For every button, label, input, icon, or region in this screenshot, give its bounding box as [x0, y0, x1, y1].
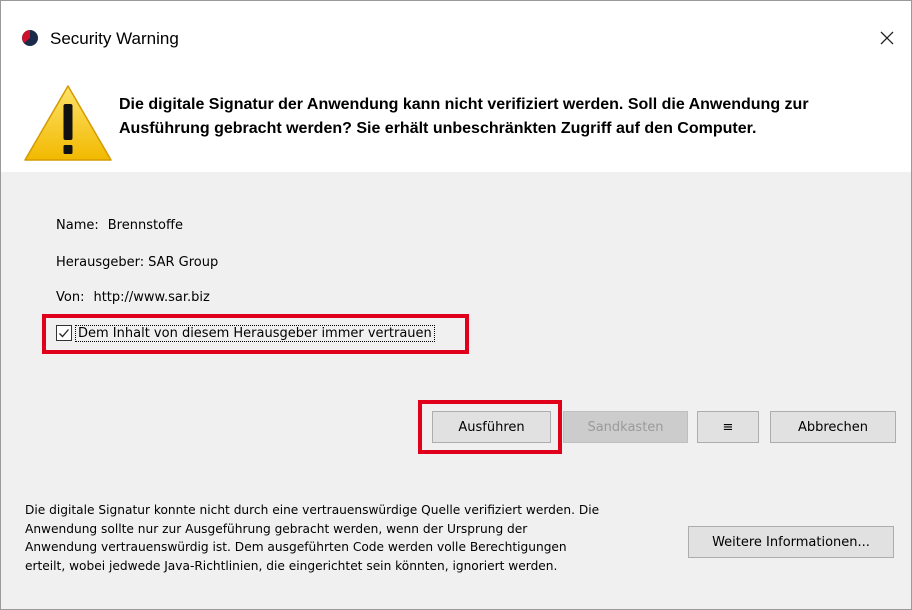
menu-button[interactable]: ≡: [697, 411, 759, 443]
close-icon: [880, 31, 894, 45]
run-button[interactable]: Ausführen: [432, 411, 551, 443]
footer-line: Die digitale Signatur konnte nicht durch…: [25, 503, 600, 517]
footer-line: Anwendung vertrauenswürdig ist. Dem ausg…: [25, 540, 567, 554]
from-row: Von: http://www.sar.biz: [56, 290, 210, 305]
checkmark-icon: [59, 329, 69, 338]
warning-triangle-icon: [24, 85, 112, 161]
from-value: http://www.sar.biz: [93, 290, 210, 305]
cancel-button[interactable]: Abbrechen: [770, 411, 896, 443]
window-title: Security Warning: [50, 29, 179, 48]
publisher-label: Herausgeber:: [56, 255, 145, 270]
title-bar: Security Warning: [1, 1, 911, 63]
footer-line: erteilt, wobei jedwede Java-Richtlinien,…: [25, 558, 558, 573]
menu-icon: ≡: [722, 419, 734, 435]
sandbox-button[interactable]: Sandkasten: [563, 411, 688, 443]
footer-line: Anwendung sollte nur zur Ausgeführung ge…: [25, 521, 528, 536]
footer-explanation: Die digitale Signatur konnte nicht durch…: [25, 501, 685, 575]
warning-header: Die digitale Signatur der Anwendung kann…: [1, 63, 911, 172]
java-app-icon: [22, 30, 38, 46]
close-button[interactable]: [863, 19, 911, 57]
trust-publisher-checkbox-row[interactable]: Dem Inhalt von diesem Herausgeber immer …: [56, 322, 435, 344]
more-info-button[interactable]: Weitere Informationen...: [688, 526, 894, 558]
warning-message-line: Ausführung gebracht werden? Sie erhält u…: [119, 120, 757, 137]
from-label: Von:: [56, 290, 85, 305]
name-label: Name:: [56, 218, 99, 233]
warning-message: Die digitale Signatur der Anwendung kann…: [119, 93, 909, 141]
name-value: Brennstoffe: [107, 218, 183, 233]
publisher-row: Herausgeber: SAR Group: [56, 255, 218, 270]
security-warning-dialog: Security Warning Die digitale Signatur d…: [0, 0, 912, 610]
trust-publisher-checkbox[interactable]: [56, 325, 72, 341]
trust-publisher-label[interactable]: Dem Inhalt von diesem Herausgeber immer …: [75, 324, 435, 342]
warning-message-line: Die digitale Signatur der Anwendung kann…: [119, 96, 809, 113]
name-row: Name: Brennstoffe: [56, 218, 183, 233]
publisher-value: SAR Group: [148, 255, 219, 270]
